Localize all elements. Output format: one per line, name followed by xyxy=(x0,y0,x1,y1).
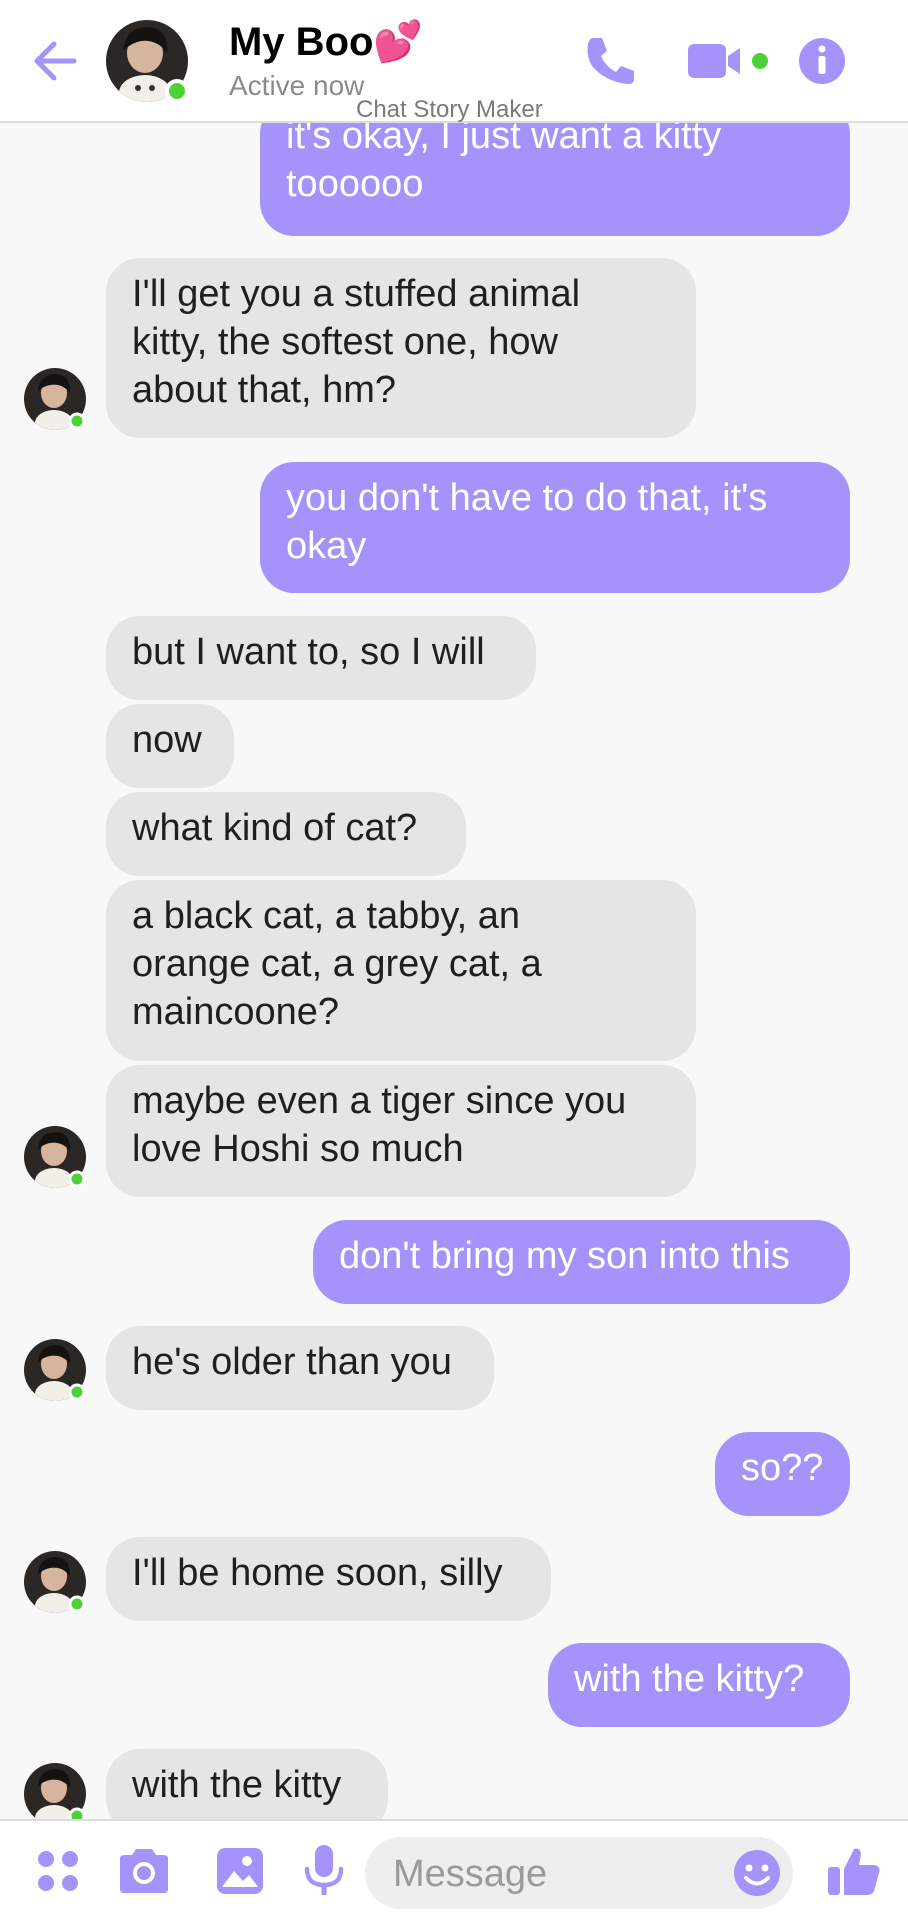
message-bubble: you don't have to do that, it's okay xyxy=(260,462,850,593)
like-button[interactable] xyxy=(826,1843,882,1899)
message-text: so?? xyxy=(741,1447,824,1489)
online-dot xyxy=(68,1170,86,1188)
emoji-button[interactable] xyxy=(731,1847,783,1899)
message-text: a black cat, a tabby, an orange cat, a g… xyxy=(132,895,542,1033)
phone-icon xyxy=(587,38,634,84)
message-text: but I want to, so I will xyxy=(132,631,485,673)
contact-avatar-small xyxy=(24,1339,86,1401)
contact-avatar[interactable] xyxy=(105,19,189,103)
message-bubble: with the kitty xyxy=(106,1749,388,1819)
message-bubble: I'll be home soon, silly xyxy=(106,1537,551,1621)
message-text: he's older than you xyxy=(132,1341,452,1383)
contact-avatar-small xyxy=(24,1126,86,1188)
apps-icon xyxy=(38,1851,78,1891)
message-bubble: now xyxy=(106,704,234,788)
video-call-button[interactable] xyxy=(686,30,772,92)
message-bubble: don't bring my son into this xyxy=(313,1220,850,1304)
message-bubble: I'll get you a stuffed animal kitty, the… xyxy=(106,258,696,438)
apps-button[interactable] xyxy=(34,1843,82,1899)
message-bubble: it's okay, I just want a kitty toooooo xyxy=(260,123,850,236)
active-status: Active now xyxy=(229,70,365,101)
online-dot xyxy=(68,1595,86,1613)
watermark-text: Chat Story Maker xyxy=(356,96,543,123)
message-text: don't bring my son into this xyxy=(339,1235,790,1277)
message-list[interactable]: it's okay, I just want a kitty toooooo I… xyxy=(0,123,908,1819)
message-bubble: maybe even a tiger since you love Hoshi … xyxy=(106,1065,696,1197)
message-text: what kind of cat? xyxy=(132,807,418,849)
gallery-button[interactable] xyxy=(214,1843,266,1899)
message-bubble: what kind of cat? xyxy=(106,792,466,876)
online-dot xyxy=(165,79,189,103)
message-bubble: but I want to, so I will xyxy=(106,616,536,700)
call-button[interactable] xyxy=(580,30,642,92)
info-button[interactable] xyxy=(796,30,848,92)
camera-icon xyxy=(120,1849,168,1893)
video-camera-icon xyxy=(688,44,768,78)
thumbs-up-icon xyxy=(828,1848,880,1895)
message-text: I'll be home soon, silly xyxy=(132,1552,503,1594)
online-dot xyxy=(68,412,86,430)
contact-avatar-small xyxy=(24,368,86,430)
message-text: with the kitty? xyxy=(574,1658,805,1700)
camera-button[interactable] xyxy=(116,1843,172,1899)
contact-name[interactable]: My Boo💕 xyxy=(229,18,423,65)
back-button[interactable] xyxy=(30,38,80,84)
message-input[interactable]: Message xyxy=(365,1837,793,1909)
message-bubble: he's older than you xyxy=(106,1326,494,1410)
message-text: with the kitty xyxy=(132,1764,342,1806)
image-icon xyxy=(217,1848,263,1894)
online-dot xyxy=(68,1807,86,1819)
arrow-left-icon xyxy=(34,41,77,81)
message-text: maybe even a tiger since you love Hoshi … xyxy=(132,1080,627,1170)
message-bubble: a black cat, a tabby, an orange cat, a g… xyxy=(106,880,696,1061)
message-text: I'll get you a stuffed animal kitty, the… xyxy=(132,273,581,411)
contact-avatar-small xyxy=(24,1551,86,1613)
smiley-icon xyxy=(734,1850,780,1896)
microphone-icon xyxy=(304,1845,344,1895)
online-dot xyxy=(68,1383,86,1401)
message-composer: Message xyxy=(0,1819,908,1920)
microphone-button[interactable] xyxy=(302,1843,346,1899)
contact-avatar-small xyxy=(24,1763,86,1819)
message-text: you don't have to do that, it's okay xyxy=(286,477,768,567)
message-placeholder: Message xyxy=(393,1853,548,1895)
info-icon xyxy=(799,38,845,84)
message-text: now xyxy=(132,719,202,761)
message-bubble: with the kitty? xyxy=(548,1643,850,1727)
message-text: it's okay, I just want a kitty toooooo xyxy=(286,123,722,205)
message-bubble: so?? xyxy=(715,1432,850,1516)
